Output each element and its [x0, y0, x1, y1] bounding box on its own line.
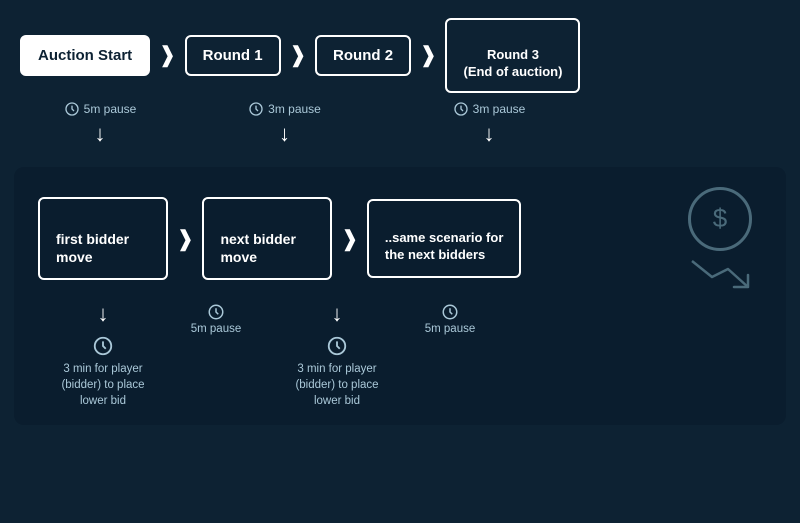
pause-between-1: 5m pause — [176, 301, 256, 335]
clock-icon-1 — [64, 101, 80, 117]
same-scenario-label: ..same scenario for the next bidders — [385, 230, 504, 262]
first-bidder-label: first bidder move — [56, 231, 129, 265]
next-bidder-desc: 3 min for player (bidder) to place lower… — [282, 361, 392, 409]
clock-icon-next — [326, 335, 348, 357]
clock-icon-2 — [248, 101, 264, 117]
bottom-arrow-1: ❱ — [176, 226, 194, 252]
first-bidder-detail-col: ↓ 3 min for player (bidder) to place low… — [38, 301, 168, 409]
bottom-section: first bidder move ❱ next bidder move ❱ .… — [14, 167, 786, 425]
trend-down-icon — [690, 255, 750, 291]
clock-icon-pause-1 — [207, 303, 225, 321]
auction-start-label: Auction Start — [38, 47, 132, 64]
round1-box: Round 1 — [185, 35, 281, 76]
arrow-3: ❱ — [419, 42, 437, 68]
next-bidder-box: next bidder move — [202, 197, 332, 280]
bottom-arrow-2: ❱ — [340, 226, 358, 252]
clock-icon-pause-2 — [441, 303, 459, 321]
top-section: Auction Start ❱ Round 1 ❱ Round 2 ❱ Roun… — [0, 0, 800, 157]
round2-box: Round 2 — [315, 35, 411, 76]
round1-label: Round 1 — [203, 47, 263, 64]
dollar-sign-icon: $ — [713, 203, 727, 234]
pause1-col: 5m pause ↓ — [20, 101, 180, 147]
round2-label: Round 2 — [333, 47, 393, 64]
round3-label: Round 3 (End of auction) — [463, 47, 562, 79]
top-pause-row: 5m pause ↓ 3m pause ↓ 3m pause — [20, 101, 780, 147]
next-bidder-detail-col: ↓ 3 min for player (bidder) to place low… — [272, 301, 402, 409]
arrow-down-3: ↓ — [484, 121, 495, 147]
arrow-down-2: ↓ — [279, 121, 290, 147]
pause1-label: 5m pause — [84, 102, 137, 116]
clock-icon-3 — [453, 101, 469, 117]
round3-box: Round 3 (End of auction) — [445, 18, 580, 93]
arrow-2: ❱ — [289, 42, 307, 68]
arrow-down-1: ↓ — [95, 121, 106, 147]
same-scenario-box: ..same scenario for the next bidders — [367, 199, 522, 278]
bottom-details-row: ↓ 3 min for player (bidder) to place low… — [38, 301, 762, 409]
first-bidder-box: first bidder move — [38, 197, 168, 280]
pause3-col: 3m pause ↓ — [389, 101, 589, 147]
pause2-label: 3m pause — [268, 102, 321, 116]
coin-circle-icon: $ — [688, 187, 752, 251]
next-bidder-label: next bidder move — [220, 231, 295, 265]
clock-icon-first — [92, 335, 114, 357]
arrow-1: ❱ — [158, 42, 176, 68]
coin-chart-area: $ — [688, 187, 762, 291]
auction-start-box: Auction Start — [20, 35, 150, 76]
pause3-label: 3m pause — [473, 102, 526, 116]
arrow-down-first: ↓ — [98, 301, 109, 327]
pause-between-2: 5m pause — [410, 301, 490, 335]
bottom-flow-row: first bidder move ❱ next bidder move ❱ .… — [38, 187, 762, 291]
b-pause2-label: 5m pause — [425, 323, 476, 335]
first-bidder-desc: 3 min for player (bidder) to place lower… — [48, 361, 158, 409]
arrow-down-next: ↓ — [332, 301, 343, 327]
b-pause1-label: 5m pause — [191, 323, 242, 335]
pause2-col: 3m pause ↓ — [180, 101, 389, 147]
top-flow-row: Auction Start ❱ Round 1 ❱ Round 2 ❱ Roun… — [20, 18, 780, 93]
